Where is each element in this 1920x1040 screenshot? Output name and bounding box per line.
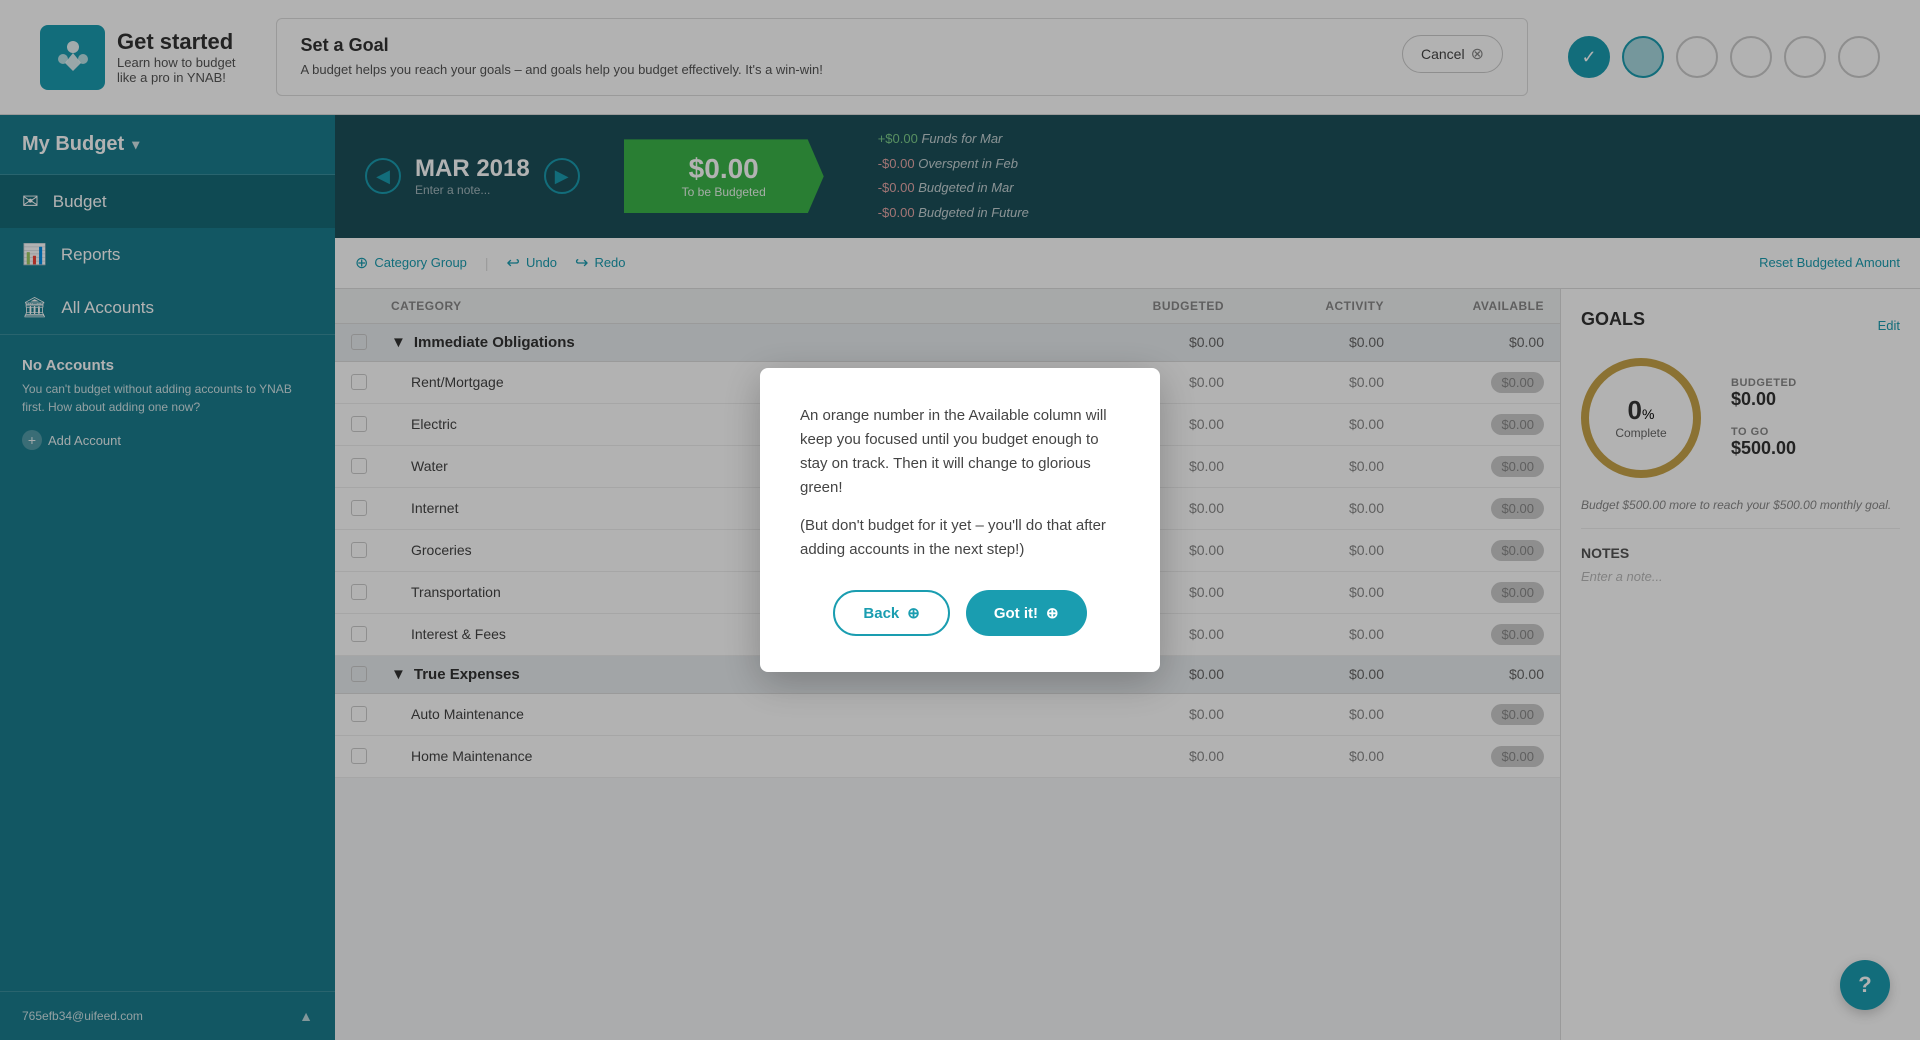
back-button[interactable]: Back ⊕: [833, 590, 949, 636]
gotit-arrow-icon: ⊕: [1046, 604, 1059, 622]
modal-text-1: An orange number in the Available column…: [800, 404, 1120, 500]
modal-actions: Back ⊕ Got it! ⊕: [800, 590, 1120, 636]
modal-overlay: An orange number in the Available column…: [0, 0, 1920, 1040]
modal-text-2: (But don't budget for it yet – you'll do…: [800, 514, 1120, 562]
modal-dialog: An orange number in the Available column…: [760, 368, 1160, 672]
back-circle-icon: ⊕: [907, 604, 920, 622]
got-it-button[interactable]: Got it! ⊕: [966, 590, 1087, 636]
modal-text: An orange number in the Available column…: [800, 404, 1120, 562]
back-label: Back: [863, 605, 899, 622]
gotit-label: Got it!: [994, 605, 1038, 622]
